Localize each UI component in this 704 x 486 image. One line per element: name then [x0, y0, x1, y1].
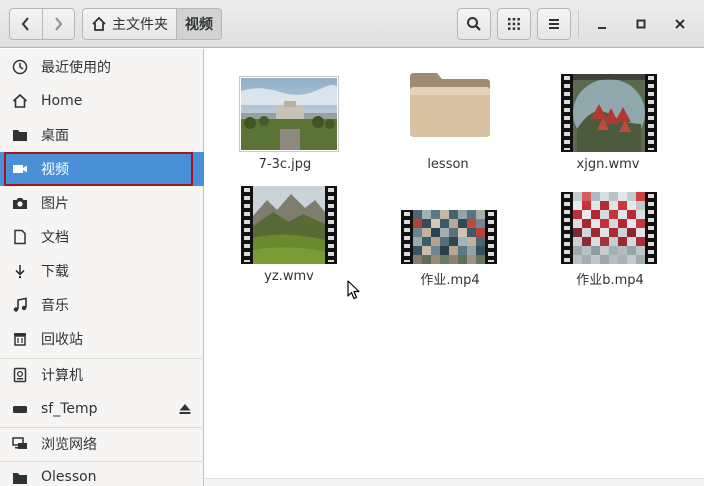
- folder-icon: [410, 73, 490, 137]
- header-separator: [578, 10, 579, 38]
- breadcrumb: 主文件夹 视频: [82, 8, 222, 40]
- grid-icon: [508, 18, 520, 30]
- file-name: 作业b.mp4: [576, 273, 644, 288]
- maximize-icon: [636, 19, 646, 29]
- sidebar-item-label: 图片: [41, 196, 69, 212]
- close-button[interactable]: [668, 12, 692, 36]
- file-name: xjgn.wmv: [576, 157, 640, 172]
- chevron-right-icon: [55, 17, 63, 31]
- network-icon: [11, 435, 29, 453]
- sidebar-item-music[interactable]: 音乐: [0, 288, 204, 322]
- sidebar-item-pictures[interactable]: 图片: [0, 186, 204, 220]
- folder-item[interactable]: lesson: [388, 67, 508, 177]
- sidebar-item-label: Home: [41, 93, 83, 109]
- file-item[interactable]: 作业b.mp4: [550, 179, 670, 289]
- home-icon: [92, 16, 106, 31]
- sidebar-item-downloads[interactable]: 下载: [0, 254, 204, 288]
- sidebar-item-olesson[interactable]: Olesson: [0, 463, 204, 486]
- file-item[interactable]: 作业.mp4: [390, 179, 510, 289]
- navigation-buttons: [9, 8, 75, 40]
- sidebar: 最近使用的 Home 桌面 视频 图片 文档 下载 音乐 回收站 计算机 sf_…: [0, 49, 204, 486]
- menu-button[interactable]: [537, 8, 571, 40]
- sidebar-item-label: sf_Temp: [41, 401, 98, 417]
- chevron-left-icon: [21, 17, 29, 31]
- file-item[interactable]: 7-3c.jpg: [225, 67, 345, 177]
- sidebar-item-sf-temp[interactable]: sf_Temp: [0, 392, 204, 426]
- file-name: 作业.mp4: [420, 273, 480, 288]
- status-strip: [205, 478, 704, 486]
- video-thumbnail: [241, 186, 337, 264]
- drive-icon: [11, 366, 29, 384]
- sidebar-item-label: 浏览网络: [41, 437, 97, 453]
- folder-icon: [11, 469, 29, 486]
- breadcrumb-current[interactable]: 视频: [176, 9, 221, 39]
- sidebar-item-trash[interactable]: 回收站: [0, 322, 204, 356]
- close-icon: [675, 19, 685, 29]
- sidebar-item-label: 视频: [41, 162, 69, 178]
- folder-name: lesson: [427, 157, 469, 172]
- removable-drive-icon: [11, 400, 29, 418]
- image-thumbnail: [239, 76, 339, 152]
- back-button[interactable]: [10, 9, 42, 39]
- sidebar-item-desktop[interactable]: 桌面: [0, 118, 204, 152]
- sidebar-item-computer[interactable]: 计算机: [0, 358, 204, 392]
- sidebar-item-label: 文档: [41, 230, 69, 246]
- sidebar-separator: [0, 461, 204, 462]
- video-thumbnail: [561, 192, 657, 264]
- sidebar-item-recent[interactable]: 最近使用的: [0, 50, 204, 84]
- video-thumbnail: [401, 210, 497, 264]
- file-grid: 7-3c.jpg lesson xjgn.wmv yz.wmv 作业.mp4 作…: [205, 49, 704, 486]
- sidebar-item-label: Olesson: [41, 469, 97, 485]
- document-icon: [11, 228, 29, 246]
- minimize-icon: [598, 27, 606, 29]
- minimize-button[interactable]: [590, 12, 614, 36]
- sidebar-item-label: 桌面: [41, 128, 69, 144]
- breadcrumb-home[interactable]: 主文件夹: [83, 9, 176, 39]
- sidebar-item-network[interactable]: 浏览网络: [0, 427, 204, 461]
- file-item[interactable]: yz.wmv: [229, 179, 349, 289]
- trash-icon: [11, 330, 29, 348]
- search-icon: [467, 17, 481, 31]
- sidebar-item-home[interactable]: Home: [0, 84, 204, 118]
- maximize-button[interactable]: [629, 12, 653, 36]
- breadcrumb-home-label: 主文件夹: [112, 17, 168, 33]
- camera-icon: [11, 194, 29, 212]
- sidebar-item-label: 音乐: [41, 298, 69, 314]
- header-bar: 主文件夹 视频: [0, 0, 704, 48]
- sidebar-item-label: 回收站: [41, 332, 83, 348]
- file-name: 7-3c.jpg: [258, 157, 312, 172]
- music-note-icon: [11, 296, 29, 314]
- sidebar-item-documents[interactable]: 文档: [0, 220, 204, 254]
- video-thumbnail: [561, 74, 657, 152]
- download-icon: [11, 262, 29, 280]
- forward-button[interactable]: [41, 9, 74, 39]
- breadcrumb-current-label: 视频: [185, 17, 213, 33]
- sidebar-item-videos[interactable]: 视频: [0, 152, 204, 186]
- sidebar-item-label: 最近使用的: [41, 60, 111, 76]
- folder-icon: [11, 126, 29, 144]
- home-icon: [11, 92, 29, 110]
- sidebar-item-label: 下载: [41, 264, 69, 280]
- highlight-outline: [4, 152, 193, 186]
- hamburger-icon: [549, 19, 559, 29]
- sidebar-item-label: 计算机: [41, 368, 83, 384]
- video-camera-icon: [11, 160, 29, 178]
- eject-icon[interactable]: [178, 402, 192, 416]
- search-button[interactable]: [457, 8, 491, 40]
- mouse-pointer-icon: [347, 280, 360, 300]
- file-item[interactable]: xjgn.wmv: [548, 67, 668, 177]
- view-mode-button[interactable]: [497, 8, 531, 40]
- clock-icon: [11, 58, 29, 76]
- file-name: yz.wmv: [264, 269, 314, 284]
